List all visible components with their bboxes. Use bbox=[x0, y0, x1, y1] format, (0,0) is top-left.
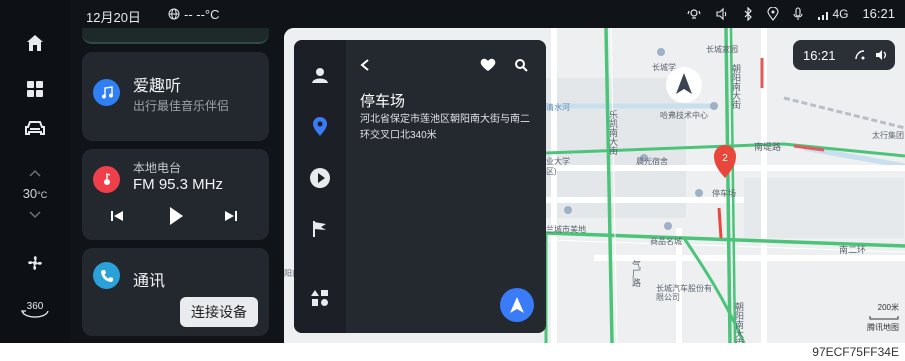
scale-bar-icon bbox=[869, 316, 899, 320]
media-tab[interactable] bbox=[305, 163, 335, 193]
radio-card[interactable]: 本地电台 FM 95.3 MHz bbox=[82, 149, 269, 240]
search-icon[interactable] bbox=[514, 58, 528, 72]
map-marker-number: 2 bbox=[722, 153, 728, 164]
phone-icon bbox=[100, 269, 113, 282]
map-provider: 腾讯地图 bbox=[867, 323, 899, 332]
map-pin-icon bbox=[313, 117, 327, 136]
bluetooth-icon bbox=[745, 6, 753, 21]
globe-icon bbox=[168, 8, 180, 20]
map-time: 16:21 bbox=[803, 48, 836, 63]
signal-icon bbox=[818, 11, 829, 20]
location-icon bbox=[767, 6, 779, 21]
previous-track-icon[interactable] bbox=[110, 209, 124, 223]
volume-icon bbox=[716, 7, 727, 20]
music-note-icon bbox=[101, 85, 113, 98]
shapes-icon bbox=[311, 290, 328, 306]
network-indicator: 4G bbox=[817, 7, 848, 21]
view-360-icon: 360 bbox=[20, 301, 49, 318]
map-scale: 200米 腾讯地图 bbox=[867, 303, 899, 332]
fan-icon bbox=[28, 256, 42, 270]
fan-button[interactable] bbox=[20, 248, 50, 278]
phone-app-icon bbox=[93, 262, 120, 289]
voice-assistant-icon bbox=[687, 8, 702, 19]
home-button[interactable] bbox=[20, 28, 50, 58]
nav-location-tab[interactable] bbox=[305, 112, 335, 142]
more-apps-tab[interactable] bbox=[305, 283, 335, 313]
user-icon bbox=[312, 68, 328, 83]
radio-frequency: FM 95.3 MHz bbox=[133, 176, 224, 193]
music-card-subtitle: 出行最佳音乐伴侣 bbox=[133, 99, 230, 113]
vehicle-button[interactable] bbox=[20, 113, 50, 143]
flag-icon bbox=[313, 221, 326, 237]
favorite-heart-icon[interactable] bbox=[480, 58, 496, 72]
profile-button[interactable] bbox=[305, 60, 335, 90]
temp-up-icon[interactable] bbox=[28, 166, 42, 180]
apps-button[interactable] bbox=[20, 74, 50, 104]
image-caption: 97ECF75FF34E bbox=[812, 345, 899, 359]
radio-card-subtitle: 本地电台 bbox=[133, 161, 182, 175]
card-top-strip bbox=[82, 28, 269, 44]
back-icon[interactable] bbox=[358, 58, 372, 72]
phone-card-title: 通讯 bbox=[133, 273, 166, 290]
status-icons: 4G 16:21 bbox=[687, 6, 895, 21]
flag-tab[interactable] bbox=[305, 214, 335, 244]
connect-device-button[interactable]: 连接设备 bbox=[180, 297, 258, 327]
weather-readout: -- --°C bbox=[168, 7, 220, 22]
nav-sidebar bbox=[294, 40, 346, 333]
gps-signal-icon bbox=[855, 50, 865, 60]
music-card-title: 爱趣听 bbox=[133, 78, 182, 95]
grid-icon bbox=[27, 81, 43, 97]
poi-address: 河北省保定市莲池区朝阳南大街与南二环交叉口北340米 bbox=[360, 114, 530, 141]
car-screen: 30°C 360 12月20日 -- --°C 4G 16:21 爱趣听 出行最… bbox=[0, 0, 905, 343]
svg-text:360: 360 bbox=[27, 301, 44, 312]
next-track-icon[interactable] bbox=[224, 209, 238, 223]
status-date: 12月20日 bbox=[86, 10, 141, 25]
home-icon bbox=[27, 35, 43, 51]
navigation-panel: 停车场 河北省保定市莲池区朝阳南大街与南二环交叉口北340米 bbox=[294, 40, 546, 333]
radio-icon bbox=[103, 172, 110, 185]
map-info-box: 16:21 bbox=[793, 40, 895, 70]
left-rail: 30°C 360 bbox=[0, 0, 70, 343]
status-bar: 12月20日 -- --°C 4G 16:21 bbox=[70, 0, 905, 28]
map-volume-icon[interactable] bbox=[875, 48, 889, 62]
status-time: 16:21 bbox=[862, 6, 895, 21]
temperature-readout: 30°C bbox=[22, 186, 48, 201]
music-card[interactable]: 爱趣听 出行最佳音乐伴侣 bbox=[82, 52, 269, 141]
car-icon bbox=[25, 121, 45, 135]
poi-title: 停车场 bbox=[360, 93, 406, 110]
start-navigation-button[interactable] bbox=[500, 288, 534, 322]
view-360-button[interactable]: 360 bbox=[18, 294, 52, 324]
play-icon[interactable] bbox=[168, 206, 184, 226]
navigation-arrow-icon bbox=[510, 297, 524, 313]
radio-app-icon bbox=[93, 166, 120, 193]
temp-down-icon[interactable] bbox=[28, 208, 42, 222]
play-circle-icon bbox=[310, 168, 330, 188]
microphone-icon bbox=[793, 6, 803, 20]
music-app-icon bbox=[93, 79, 120, 106]
